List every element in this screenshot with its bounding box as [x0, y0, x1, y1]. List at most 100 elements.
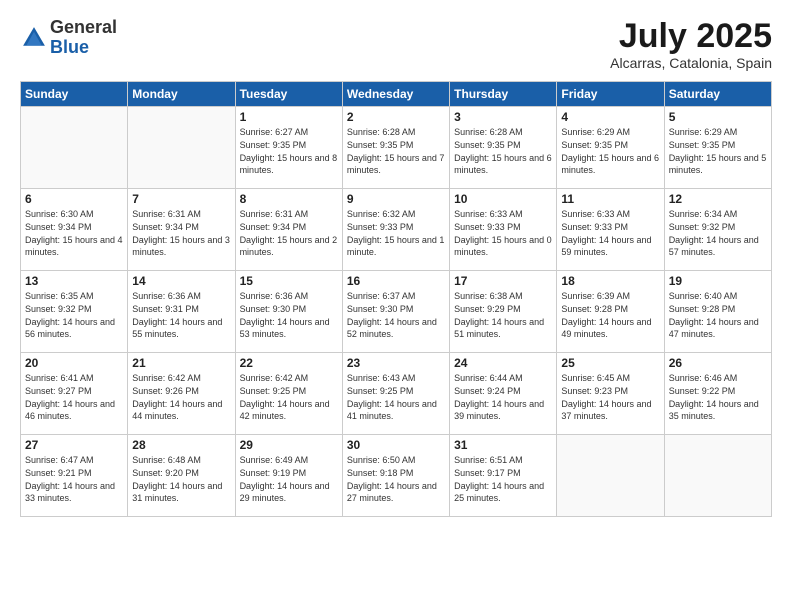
- calendar-header-row: SundayMondayTuesdayWednesdayThursdayFrid…: [21, 82, 772, 107]
- day-cell: 24 Sunrise: 6:44 AM Sunset: 9:24 PM Dayli…: [450, 353, 557, 435]
- day-number: 9: [347, 192, 445, 206]
- day-cell: [664, 435, 771, 517]
- logo: General Blue: [20, 18, 117, 58]
- day-info: Sunrise: 6:29 AM Sunset: 9:35 PM Dayligh…: [561, 126, 659, 176]
- header: General Blue July 2025 Alcarras, Catalon…: [20, 18, 772, 71]
- day-info: Sunrise: 6:44 AM Sunset: 9:24 PM Dayligh…: [454, 372, 552, 422]
- day-number: 12: [669, 192, 767, 206]
- day-info: Sunrise: 6:35 AM Sunset: 9:32 PM Dayligh…: [25, 290, 123, 340]
- day-info: Sunrise: 6:29 AM Sunset: 9:35 PM Dayligh…: [669, 126, 767, 176]
- title-block: July 2025 Alcarras, Catalonia, Spain: [610, 18, 772, 71]
- day-cell: 1 Sunrise: 6:27 AM Sunset: 9:35 PM Daylig…: [235, 107, 342, 189]
- day-info: Sunrise: 6:30 AM Sunset: 9:34 PM Dayligh…: [25, 208, 123, 258]
- day-number: 8: [240, 192, 338, 206]
- day-cell: 4 Sunrise: 6:29 AM Sunset: 9:35 PM Daylig…: [557, 107, 664, 189]
- day-number: 24: [454, 356, 552, 370]
- day-number: 19: [669, 274, 767, 288]
- day-info: Sunrise: 6:47 AM Sunset: 9:21 PM Dayligh…: [25, 454, 123, 504]
- day-number: 15: [240, 274, 338, 288]
- day-cell: 13 Sunrise: 6:35 AM Sunset: 9:32 PM Dayli…: [21, 271, 128, 353]
- logo-blue: Blue: [50, 37, 89, 57]
- day-number: 2: [347, 110, 445, 124]
- day-cell: 19 Sunrise: 6:40 AM Sunset: 9:28 PM Dayli…: [664, 271, 771, 353]
- day-info: Sunrise: 6:32 AM Sunset: 9:33 PM Dayligh…: [347, 208, 445, 258]
- day-info: Sunrise: 6:41 AM Sunset: 9:27 PM Dayligh…: [25, 372, 123, 422]
- day-cell: 11 Sunrise: 6:33 AM Sunset: 9:33 PM Dayli…: [557, 189, 664, 271]
- day-number: 28: [132, 438, 230, 452]
- day-cell: 3Sunrise: 6:28 AM Sunset: 9:35 PM Daylig…: [450, 107, 557, 189]
- day-cell: 14Sunrise: 6:36 AM Sunset: 9:31 PM Dayli…: [128, 271, 235, 353]
- day-cell: 29 Sunrise: 6:49 AM Sunset: 9:19 PM Dayli…: [235, 435, 342, 517]
- day-info: Sunrise: 6:38 AM Sunset: 9:29 PM Dayligh…: [454, 290, 552, 340]
- day-cell: 25Sunrise: 6:45 AM Sunset: 9:23 PM Dayli…: [557, 353, 664, 435]
- day-info: Sunrise: 6:43 AM Sunset: 9:25 PM Dayligh…: [347, 372, 445, 422]
- location: Alcarras, Catalonia, Spain: [610, 55, 772, 71]
- day-number: 3: [454, 110, 552, 124]
- day-info: Sunrise: 6:42 AM Sunset: 9:25 PM Dayligh…: [240, 372, 338, 422]
- col-header-wednesday: Wednesday: [342, 82, 449, 107]
- day-number: 16: [347, 274, 445, 288]
- day-number: 22: [240, 356, 338, 370]
- day-info: Sunrise: 6:51 AM Sunset: 9:17 PM Dayligh…: [454, 454, 552, 504]
- day-info: Sunrise: 6:39 AM Sunset: 9:28 PM Dayligh…: [561, 290, 659, 340]
- day-number: 26: [669, 356, 767, 370]
- logo-general: General: [50, 17, 117, 37]
- week-row-4: 27 Sunrise: 6:47 AM Sunset: 9:21 PM Dayli…: [21, 435, 772, 517]
- day-number: 1: [240, 110, 338, 124]
- day-info: Sunrise: 6:48 AM Sunset: 9:20 PM Dayligh…: [132, 454, 230, 504]
- day-number: 27: [25, 438, 123, 452]
- col-header-tuesday: Tuesday: [235, 82, 342, 107]
- week-row-1: 6 Sunrise: 6:30 AM Sunset: 9:34 PM Daylig…: [21, 189, 772, 271]
- day-cell: 12 Sunrise: 6:34 AM Sunset: 9:32 PM Dayli…: [664, 189, 771, 271]
- day-cell: 21Sunrise: 6:42 AM Sunset: 9:26 PM Dayli…: [128, 353, 235, 435]
- day-info: Sunrise: 6:27 AM Sunset: 9:35 PM Dayligh…: [240, 126, 338, 176]
- day-cell: 5Sunrise: 6:29 AM Sunset: 9:35 PM Daylig…: [664, 107, 771, 189]
- day-number: 13: [25, 274, 123, 288]
- day-cell: 30Sunrise: 6:50 AM Sunset: 9:18 PM Dayli…: [342, 435, 449, 517]
- week-row-0: 1 Sunrise: 6:27 AM Sunset: 9:35 PM Daylig…: [21, 107, 772, 189]
- day-info: Sunrise: 6:33 AM Sunset: 9:33 PM Dayligh…: [454, 208, 552, 258]
- day-cell: [21, 107, 128, 189]
- day-cell: 23 Sunrise: 6:43 AM Sunset: 9:25 PM Dayli…: [342, 353, 449, 435]
- day-number: 7: [132, 192, 230, 206]
- day-cell: 18 Sunrise: 6:39 AM Sunset: 9:28 PM Dayli…: [557, 271, 664, 353]
- page: General Blue July 2025 Alcarras, Catalon…: [0, 0, 792, 612]
- day-info: Sunrise: 6:34 AM Sunset: 9:32 PM Dayligh…: [669, 208, 767, 258]
- day-cell: 22 Sunrise: 6:42 AM Sunset: 9:25 PM Dayli…: [235, 353, 342, 435]
- day-number: 4: [561, 110, 659, 124]
- week-row-3: 20Sunrise: 6:41 AM Sunset: 9:27 PM Dayli…: [21, 353, 772, 435]
- day-cell: 31Sunrise: 6:51 AM Sunset: 9:17 PM Dayli…: [450, 435, 557, 517]
- day-number: 23: [347, 356, 445, 370]
- day-info: Sunrise: 6:37 AM Sunset: 9:30 PM Dayligh…: [347, 290, 445, 340]
- day-cell: 8Sunrise: 6:31 AM Sunset: 9:34 PM Daylig…: [235, 189, 342, 271]
- col-header-saturday: Saturday: [664, 82, 771, 107]
- day-cell: 7 Sunrise: 6:31 AM Sunset: 9:34 PM Daylig…: [128, 189, 235, 271]
- day-cell: 15 Sunrise: 6:36 AM Sunset: 9:30 PM Dayli…: [235, 271, 342, 353]
- day-cell: [128, 107, 235, 189]
- day-info: Sunrise: 6:49 AM Sunset: 9:19 PM Dayligh…: [240, 454, 338, 504]
- logo-text: General Blue: [50, 18, 117, 58]
- day-number: 30: [347, 438, 445, 452]
- day-number: 6: [25, 192, 123, 206]
- day-number: 18: [561, 274, 659, 288]
- day-number: 29: [240, 438, 338, 452]
- col-header-friday: Friday: [557, 82, 664, 107]
- day-info: Sunrise: 6:36 AM Sunset: 9:31 PM Dayligh…: [132, 290, 230, 340]
- day-info: Sunrise: 6:45 AM Sunset: 9:23 PM Dayligh…: [561, 372, 659, 422]
- day-cell: 26 Sunrise: 6:46 AM Sunset: 9:22 PM Dayli…: [664, 353, 771, 435]
- day-info: Sunrise: 6:40 AM Sunset: 9:28 PM Dayligh…: [669, 290, 767, 340]
- day-cell: 20Sunrise: 6:41 AM Sunset: 9:27 PM Dayli…: [21, 353, 128, 435]
- day-info: Sunrise: 6:33 AM Sunset: 9:33 PM Dayligh…: [561, 208, 659, 258]
- day-number: 10: [454, 192, 552, 206]
- logo-icon: [20, 24, 48, 52]
- col-header-sunday: Sunday: [21, 82, 128, 107]
- day-info: Sunrise: 6:36 AM Sunset: 9:30 PM Dayligh…: [240, 290, 338, 340]
- day-cell: 2 Sunrise: 6:28 AM Sunset: 9:35 PM Daylig…: [342, 107, 449, 189]
- day-number: 11: [561, 192, 659, 206]
- col-header-monday: Monday: [128, 82, 235, 107]
- day-info: Sunrise: 6:46 AM Sunset: 9:22 PM Dayligh…: [669, 372, 767, 422]
- day-info: Sunrise: 6:42 AM Sunset: 9:26 PM Dayligh…: [132, 372, 230, 422]
- day-info: Sunrise: 6:28 AM Sunset: 9:35 PM Dayligh…: [347, 126, 445, 176]
- day-cell: 9 Sunrise: 6:32 AM Sunset: 9:33 PM Daylig…: [342, 189, 449, 271]
- day-info: Sunrise: 6:31 AM Sunset: 9:34 PM Dayligh…: [132, 208, 230, 258]
